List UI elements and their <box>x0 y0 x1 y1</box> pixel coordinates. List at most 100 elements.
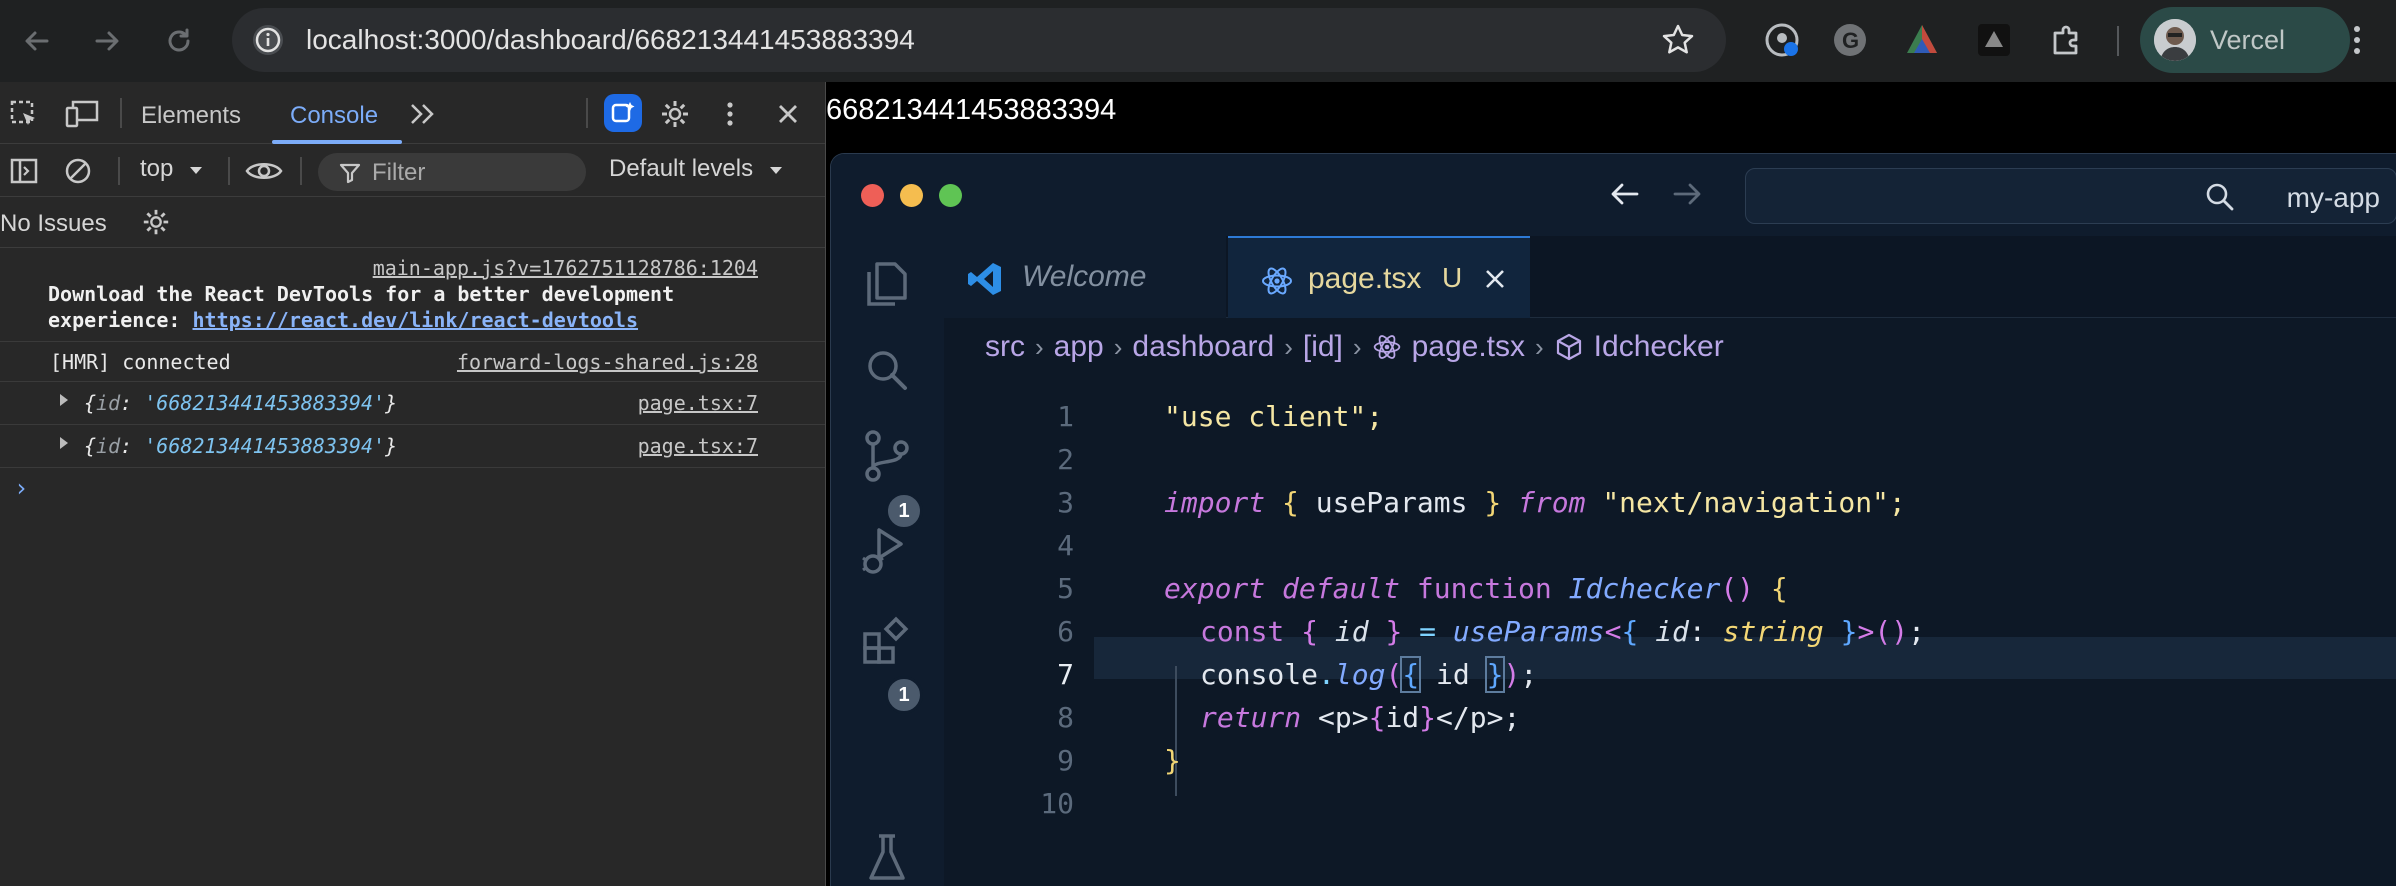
filter-input[interactable]: Filter <box>318 153 586 191</box>
tab-console[interactable]: Console <box>290 102 378 130</box>
code-line: console.log({ id }); <box>1200 656 1538 693</box>
breadcrumb-item[interactable]: Idchecker <box>1594 330 1724 364</box>
line-number: 6 <box>1057 615 1074 648</box>
live-expression-eye-icon[interactable] <box>244 155 284 187</box>
breadcrumb-item[interactable]: dashboard <box>1132 330 1274 364</box>
chevron-right-icon: › <box>1113 331 1123 362</box>
code-token: id <box>1385 701 1420 734</box>
expand-caret-icon[interactable] <box>60 394 68 406</box>
more-options-icon[interactable] <box>718 98 742 130</box>
breadcrumb-item[interactable]: app <box>1054 330 1104 364</box>
run-debug-icon[interactable] <box>859 522 915 583</box>
chevron-right-icon: › <box>1352 331 1362 362</box>
search-icon <box>2204 181 2236 218</box>
breadcrumb-item[interactable]: src <box>985 330 1025 364</box>
source-control-icon[interactable] <box>859 428 915 489</box>
code-editor[interactable]: 1 2 3 4 5 6 7 8 9 10 "use client"; impor… <box>944 374 2396 886</box>
code-token: = <box>1419 615 1437 648</box>
clear-console-icon[interactable] <box>62 155 94 187</box>
console-message[interactable]: {id: '668213441453883394'} page.tsx:7 <box>0 382 825 425</box>
source-link[interactable]: page.tsx:7 <box>638 391 758 415</box>
tab-label: page.tsx <box>1308 262 1422 295</box>
maximize-window-button[interactable] <box>939 184 962 207</box>
console-settings-gear-icon[interactable] <box>140 206 172 238</box>
line-number-current: 7 <box>1057 658 1074 691</box>
devtools-panel: Elements Console top Filter Default leve… <box>0 82 825 886</box>
menu-icon[interactable] <box>2342 18 2372 67</box>
react-devtools-link[interactable]: https://react.dev/link/react-devtools <box>193 308 639 332</box>
extensions-icon[interactable] <box>859 614 915 675</box>
forward-icon[interactable] <box>86 20 128 62</box>
password-extension-icon[interactable] <box>1762 20 1802 60</box>
breadcrumb-item[interactable]: [id] <box>1303 330 1343 364</box>
code-token: ( <box>1385 658 1403 691</box>
color-extension-icon[interactable] <box>1902 20 1942 60</box>
devtools-resize-handle[interactable] <box>825 82 826 886</box>
back-arrow-icon[interactable] <box>1607 176 1643 217</box>
issues-count[interactable]: No Issues <box>0 210 107 238</box>
minimize-window-button[interactable] <box>900 184 923 207</box>
console-prompt[interactable]: › <box>14 474 28 502</box>
console-message: [HMR] connected forward-logs-shared.js:2… <box>0 342 825 382</box>
code-token: default <box>1282 572 1401 605</box>
extensions-puzzle-icon[interactable] <box>2046 20 2086 60</box>
more-tabs-icon[interactable] <box>406 98 440 130</box>
vercel-extension-icon[interactable] <box>1974 20 2014 60</box>
inspect-element-icon[interactable] <box>8 98 40 130</box>
code-line: import { useParams } from "next/navigati… <box>1164 486 1906 519</box>
code-token: string <box>1722 615 1824 648</box>
tab-elements[interactable]: Elements <box>141 102 241 130</box>
back-icon[interactable] <box>16 20 58 62</box>
device-toolbar-icon[interactable] <box>64 98 100 130</box>
message-text: Download the React DevTools for a better… <box>48 282 675 306</box>
expand-caret-icon[interactable] <box>60 437 68 449</box>
site-info-icon[interactable] <box>250 22 286 63</box>
browser-toolbar: localhost:3000/dashboard/668213441453883… <box>0 0 2396 82</box>
source-link[interactable]: forward-logs-shared.js:28 <box>457 350 758 374</box>
breadcrumb-item[interactable]: page.tsx <box>1412 330 1525 364</box>
divider <box>586 98 588 128</box>
grammarly-extension-icon[interactable]: G <box>1830 20 1870 60</box>
testing-flask-icon[interactable] <box>859 830 915 886</box>
code-token: } <box>1484 656 1506 693</box>
code-line: export default function Idchecker() { <box>1164 572 1788 605</box>
object-value: '668213441453883394' <box>144 434 386 458</box>
console-message[interactable]: {id: '668213441453883394'} page.tsx:7 <box>0 425 825 468</box>
console-message: main-app.js?v=1762751128786:1204 Downloa… <box>0 250 825 342</box>
command-center-search[interactable]: my-app <box>1745 168 2396 224</box>
line-number: 1 <box>1057 400 1074 433</box>
source-link[interactable]: main-app.js?v=1762751128786:1204 <box>373 256 758 280</box>
object-value: '668213441453883394' <box>144 391 386 415</box>
url-text[interactable]: localhost:3000/dashboard/668213441453883… <box>306 24 915 56</box>
code-token: { <box>1301 615 1319 648</box>
bookmark-star-icon[interactable] <box>1660 22 1696 63</box>
address-bar[interactable]: localhost:3000/dashboard/668213441453883… <box>232 8 1726 72</box>
tab-page-tsx[interactable]: page.tsx U <box>1228 236 1530 318</box>
forward-arrow-icon[interactable] <box>1669 176 1705 217</box>
reload-icon[interactable] <box>158 20 200 62</box>
source-link[interactable]: page.tsx:7 <box>638 434 758 458</box>
close-tab-icon[interactable] <box>1482 266 1508 297</box>
log-levels-select[interactable]: Default levels <box>609 155 784 183</box>
profile-button[interactable]: Vercel <box>2140 7 2350 73</box>
code-token: ; <box>1520 658 1538 691</box>
tab-welcome[interactable]: Welcome <box>944 236 1226 318</box>
devtools-tabbar: Elements Console <box>0 82 825 144</box>
search-icon[interactable] <box>859 342 915 403</box>
line-number: 10 <box>1040 787 1074 820</box>
chevron-right-icon: › <box>1035 331 1044 362</box>
close-window-button[interactable] <box>861 184 884 207</box>
code-token: useParams <box>1452 615 1605 648</box>
filter-placeholder: Filter <box>372 159 426 186</box>
settings-gear-icon[interactable] <box>658 98 692 130</box>
close-devtools-icon[interactable] <box>772 98 804 130</box>
chevron-down-icon <box>769 167 782 174</box>
code-line: const { id } = useParams<{ id: string }>… <box>1200 615 1925 648</box>
context-select[interactable]: top <box>140 155 204 183</box>
line-number: 2 <box>1057 443 1074 476</box>
code-token: Idchecker <box>1568 572 1721 605</box>
sidebar-toggle-icon[interactable] <box>8 155 40 187</box>
ai-assistance-icon[interactable] <box>604 94 642 132</box>
explorer-files-icon[interactable] <box>859 256 915 317</box>
object-key: id <box>96 434 121 458</box>
